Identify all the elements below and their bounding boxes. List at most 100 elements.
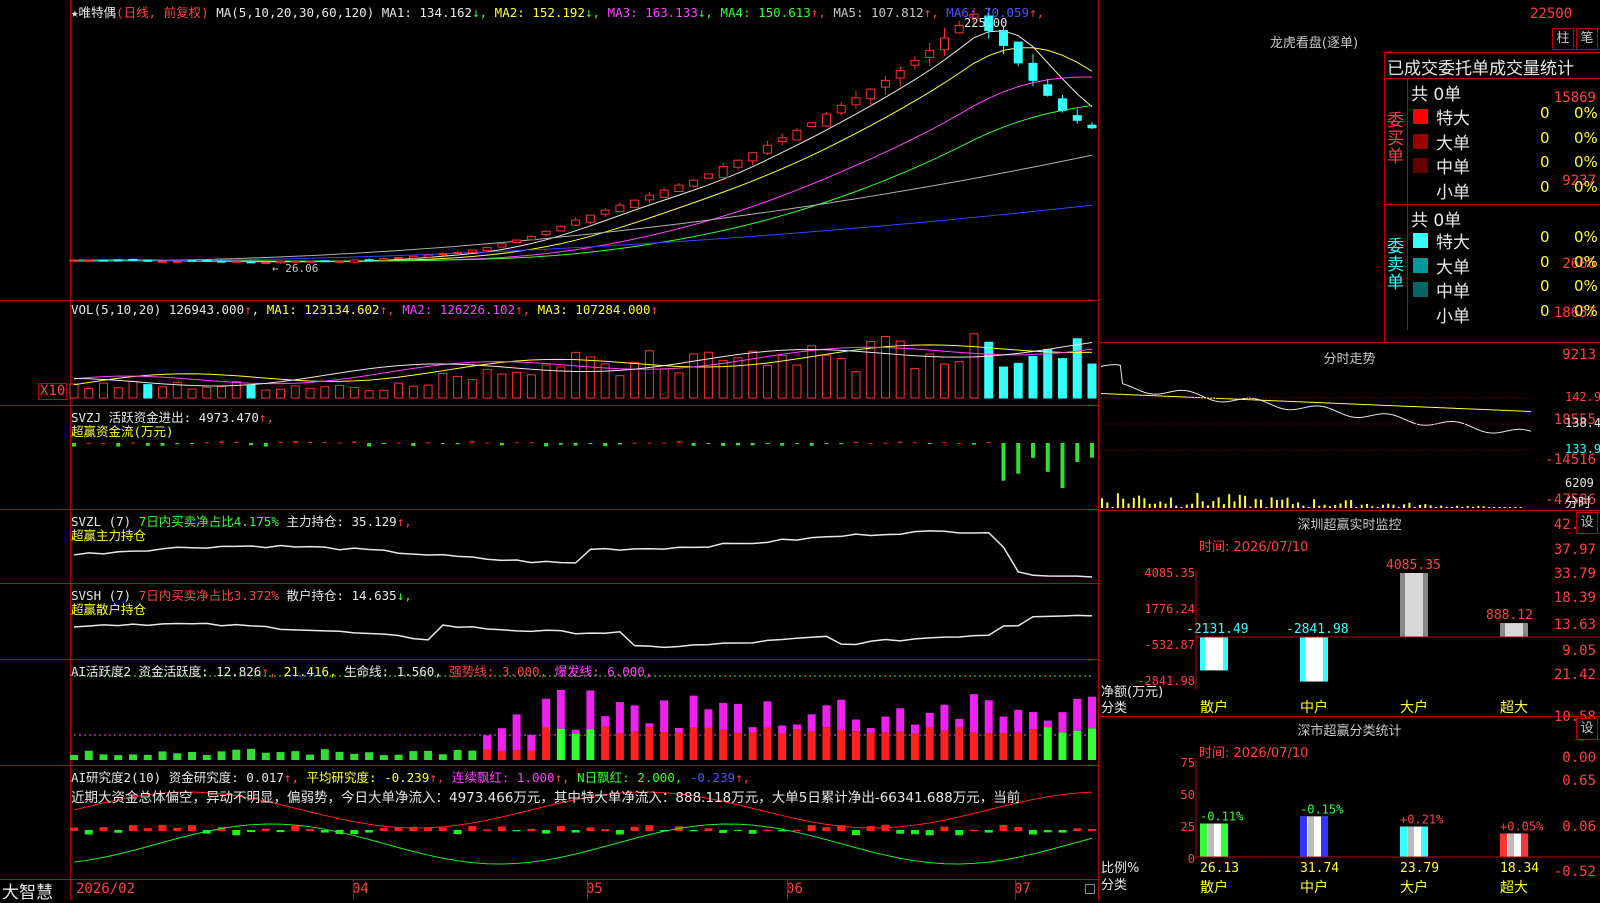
- vol-ma2: MA2: 126226.102: [402, 302, 516, 317]
- svzj-bar: [942, 442, 947, 444]
- period-label[interactable]: (日线, 前复权): [116, 5, 209, 20]
- candle-body: [512, 239, 522, 243]
- ai1-bar: [1073, 730, 1082, 760]
- candle-body: [84, 259, 94, 262]
- legend-swatch: [1413, 257, 1428, 273]
- vol-bar: [630, 361, 640, 399]
- lhb-row-name: 特大: [1436, 109, 1470, 129]
- ai1-bar: [969, 732, 978, 760]
- classify-settings-button[interactable]: 设: [1576, 718, 1598, 740]
- ai2-bar: [512, 830, 521, 832]
- ai2-e: -0.239: [689, 770, 736, 785]
- candle-body: [379, 258, 389, 261]
- bar-mode-button[interactable]: 柱: [1552, 28, 1574, 50]
- ma-line: [74, 104, 1093, 262]
- xaxis-tick: [787, 879, 788, 900]
- ma-line: [74, 30, 1093, 263]
- ai2-line-green: [73, 823, 1093, 865]
- candle-body: [438, 253, 448, 256]
- vol-arrow: ↑: [244, 302, 252, 317]
- vol-bar: [615, 375, 625, 399]
- ai1-bar: [925, 726, 934, 760]
- ai1-bar: [365, 752, 374, 760]
- ai2-bar: [896, 830, 905, 834]
- lhb-row-percent: 0%: [1574, 252, 1598, 271]
- ai1-bar-top: [925, 712, 934, 727]
- ai1-bar-top: [660, 700, 669, 733]
- svzj-bar: [455, 443, 460, 445]
- ai1-bar-top: [719, 703, 728, 730]
- svzj-bar: [912, 442, 917, 444]
- ai1-bar: [394, 754, 403, 760]
- candle-body: [261, 262, 271, 265]
- legend-swatch: [1413, 158, 1428, 173]
- vol-bar: [69, 383, 79, 399]
- svzj-bar: [1001, 443, 1006, 481]
- ai2-bar: [925, 830, 934, 836]
- ai1-bar: [910, 733, 919, 760]
- ai1-bar: [453, 750, 462, 760]
- ai1-bar-top: [896, 708, 905, 732]
- ai2-dv: 2.000,: [637, 770, 683, 785]
- star-icon[interactable]: ★: [71, 5, 79, 20]
- svzj-bar: [809, 443, 814, 446]
- ai1-bar-top: [1014, 709, 1023, 733]
- lhb-title: 龙虎看盘(逐单): [1269, 36, 1359, 51]
- monitor-ylabel2: 分类: [1101, 701, 1128, 716]
- ai2-bar: [984, 830, 993, 833]
- ai1-bar: [202, 755, 211, 760]
- svzl-subtitle: 超赢主力持仓: [71, 528, 147, 543]
- vol-bar: [585, 356, 595, 399]
- svzj-bar: [485, 442, 490, 444]
- svzj-bar: [986, 441, 991, 443]
- ai2-av: 0.017: [246, 770, 284, 785]
- vol-bar: [1057, 358, 1067, 399]
- ai2-bar: [114, 830, 123, 833]
- vol-bar: [379, 389, 389, 399]
- ai1-a: 资金活跃度:: [138, 664, 209, 679]
- svzj-bar: [381, 443, 386, 445]
- monitor-settings-button[interactable]: 设: [1576, 512, 1598, 534]
- candle-body: [246, 261, 256, 264]
- svzj-bar: [957, 442, 962, 444]
- legend-swatch: [1413, 133, 1428, 149]
- ai1-bar: [615, 733, 624, 760]
- candle-body: [718, 165, 728, 179]
- candle-body: [1072, 115, 1082, 121]
- tick-mode-button[interactable]: 笔: [1576, 28, 1598, 50]
- svzj-bar: [721, 443, 726, 446]
- vol-bar: [969, 333, 979, 399]
- lhb-row-percent: 0%: [1574, 153, 1598, 171]
- candle-body: [659, 189, 669, 198]
- ai1-bar: [601, 726, 610, 760]
- legend-swatch: [1413, 233, 1428, 248]
- vol-label: VOL(5,10,20): [71, 302, 162, 317]
- candle-body: [113, 259, 123, 262]
- ma-value-1: MA1: 134.162: [381, 5, 473, 20]
- candle-body: [158, 260, 168, 263]
- vol-bar: [1028, 355, 1038, 399]
- divider: [1385, 52, 1600, 53]
- svzj-bar: [750, 443, 755, 446]
- vol-bar: [290, 385, 300, 399]
- lock-icon[interactable]: [1085, 884, 1095, 894]
- ma-values: MA1: 134.162↓, MA2: 152.192↓, MA3: 163.1…: [382, 5, 1044, 20]
- ai2-bar: [955, 830, 964, 836]
- vol-bar: [128, 380, 138, 399]
- candle-body: [777, 137, 787, 142]
- classify-axis-label: 25: [1180, 820, 1195, 834]
- candle-body: [453, 252, 463, 255]
- ai1-bar: [542, 727, 551, 760]
- svzj-bar: [72, 443, 76, 447]
- lhb-row-value: 0: [1540, 153, 1550, 171]
- ai2-bar: [365, 830, 374, 833]
- ai2-bar: [497, 826, 506, 831]
- svzj-bar: [190, 443, 195, 444]
- svzj-bar: [1090, 443, 1094, 458]
- vol-bar: [895, 340, 905, 399]
- vol-bar: [423, 384, 433, 399]
- ai1-label: AI活跃度2: [71, 664, 132, 679]
- svzj-bar: [322, 442, 327, 444]
- svzj-subtitle: 超赢资金流(万元): [71, 424, 174, 439]
- ai2-bar: [910, 830, 919, 835]
